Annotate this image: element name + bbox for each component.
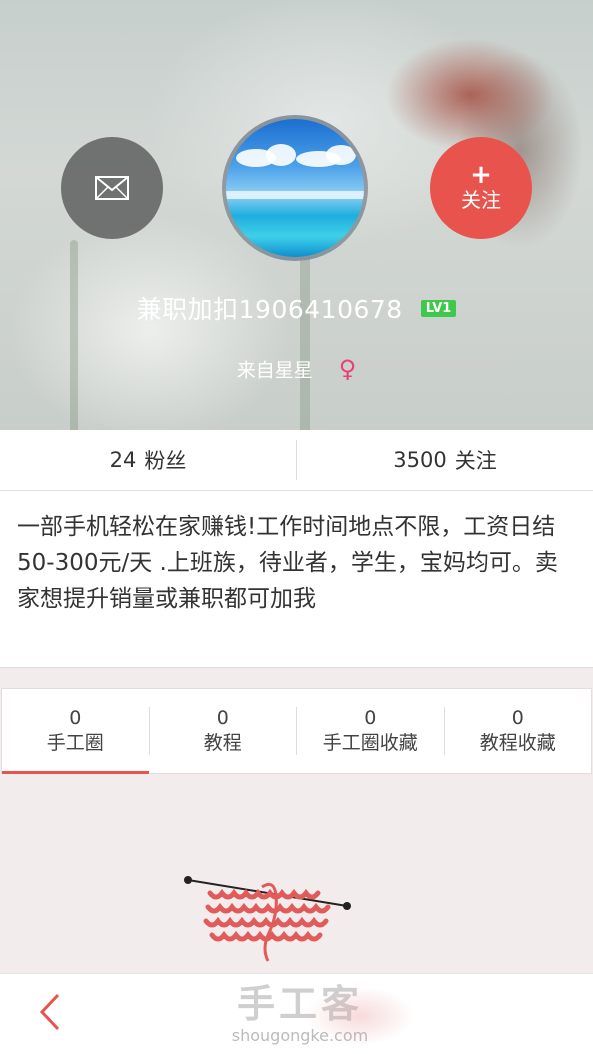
avatar[interactable] (222, 115, 368, 261)
envelope-icon (95, 176, 129, 200)
following-count: 3500 (393, 448, 447, 472)
background-stem (70, 240, 78, 430)
location: 来自星星 (236, 359, 313, 382)
tab-label: 手工圈收藏 (322, 732, 418, 754)
tab-circle-favorites[interactable]: 0 手工圈收藏 (297, 689, 444, 773)
bio-text: 一部手机轻松在家赚钱!工作时间地点不限，工资日结50-300元/天 .上班族，待… (0, 491, 593, 668)
content-tabs: 0 手工圈 0 教程 0 手工圈收藏 0 教程收藏 (1, 688, 592, 774)
follow-button[interactable]: + 关注 (430, 137, 532, 239)
level-badge: LV1 (420, 299, 457, 317)
tab-label: 手工圈 (46, 732, 104, 754)
tab-tutorial-favorites[interactable]: 0 教程收藏 (445, 689, 592, 773)
username-row: 兼职加扣1906410678 LV1 (0, 290, 593, 326)
avatar-cloud (266, 144, 296, 166)
tab-count: 0 (216, 707, 229, 729)
knitting-illustration-icon (184, 876, 351, 962)
username: 兼职加扣1906410678 (136, 295, 403, 324)
tab-label: 教程 (203, 732, 242, 754)
following-label: 关注 (454, 449, 497, 473)
tab-handcraft-circle[interactable]: 0 手工圈 (2, 689, 149, 774)
tab-tutorials[interactable]: 0 教程 (150, 689, 297, 773)
follow-label: 关注 (461, 188, 501, 212)
empty-state (0, 775, 593, 973)
avatar-horizon (226, 191, 364, 199)
tab-count: 0 (511, 707, 524, 729)
stats-bar: 24 粉丝 3500 关注 (0, 430, 593, 491)
avatar-cloud (326, 145, 356, 165)
plus-icon: + (470, 160, 492, 190)
fans-count: 24 (109, 448, 137, 472)
location-row: 来自星星 ♀ (0, 355, 593, 383)
following-stat[interactable]: 3500 关注 (297, 430, 593, 490)
tab-label: 教程收藏 (479, 732, 556, 754)
message-button[interactable] (61, 137, 163, 239)
fans-stat[interactable]: 24 粉丝 (0, 430, 296, 490)
tab-count: 0 (364, 707, 377, 729)
fans-label: 粉丝 (144, 449, 187, 473)
bottom-bar: 手工客 shougongke.com (0, 973, 593, 1054)
back-chevron-icon[interactable] (36, 992, 66, 1032)
tab-count: 0 (69, 707, 82, 729)
female-icon: ♀ (338, 355, 357, 383)
profile-header: + 关注 兼职加扣1906410678 LV1 来自星星 ♀ (0, 0, 593, 430)
watermark-brush (305, 986, 415, 1046)
